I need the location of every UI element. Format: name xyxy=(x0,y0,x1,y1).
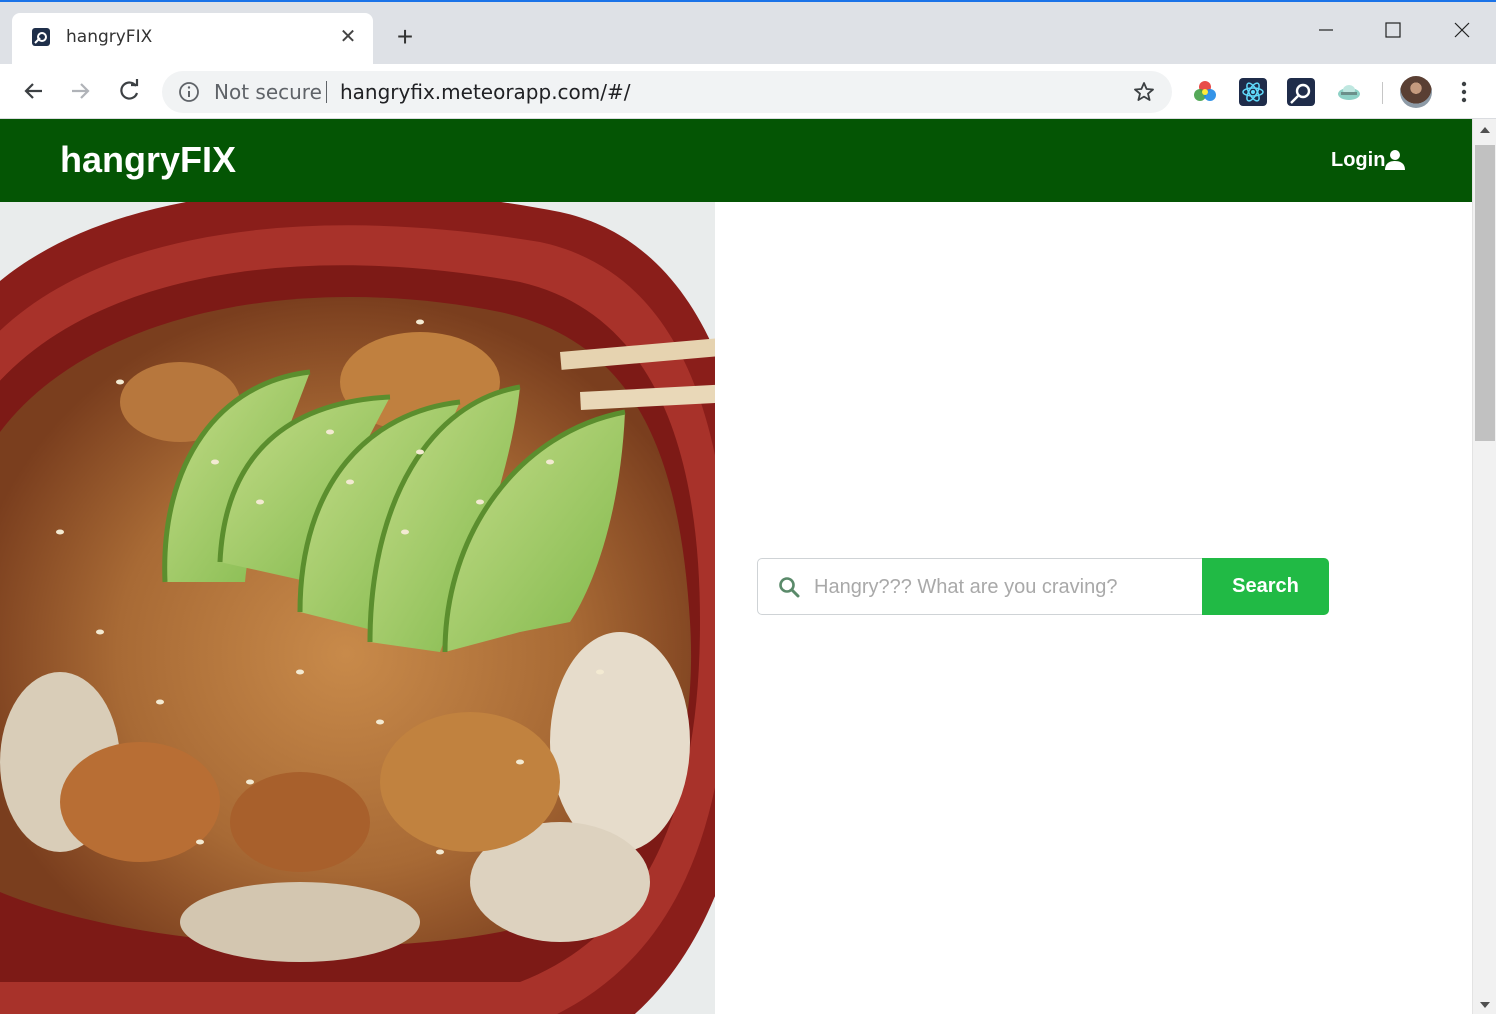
user-icon[interactable] xyxy=(1384,149,1406,171)
scroll-down-arrow-icon[interactable] xyxy=(1480,1002,1490,1008)
cloud-extension-icon[interactable] xyxy=(1335,78,1363,106)
close-tab-icon[interactable]: ✕ xyxy=(336,25,360,49)
new-tab-button[interactable]: + xyxy=(392,23,418,51)
search-icon xyxy=(778,576,800,598)
kebab-menu-icon[interactable] xyxy=(1452,78,1476,106)
omnibox-divider xyxy=(326,81,327,103)
profile-avatar[interactable] xyxy=(1400,76,1432,108)
page-viewport: hangryFIX Login Hangry??? What are you c… xyxy=(0,119,1472,1014)
react-devtools-icon[interactable] xyxy=(1239,78,1267,106)
search-input[interactable] xyxy=(814,573,1194,601)
info-icon[interactable] xyxy=(178,81,200,103)
url-text[interactable]: hangryfix.meteorapp.com/#/ xyxy=(340,80,631,104)
brand-logo[interactable]: hangryFIX xyxy=(60,139,236,181)
browser-tab[interactable]: hangryFIX ✕ xyxy=(12,13,373,64)
address-bar[interactable]: Not secure hangryfix.meteorapp.com/#/ xyxy=(162,71,1172,113)
browser-toolbar: Not secure hangryfix.meteorapp.com/#/ xyxy=(0,64,1496,119)
toolbar-divider xyxy=(1382,82,1383,104)
meteor-favicon-icon xyxy=(32,28,50,46)
search-bar: Search xyxy=(757,558,1329,615)
close-window-icon[interactable] xyxy=(1442,10,1482,40)
minimize-icon[interactable] xyxy=(1306,10,1346,40)
forward-arrow-icon[interactable] xyxy=(66,76,96,106)
maximize-icon[interactable] xyxy=(1373,10,1413,40)
poke-bowl-photo xyxy=(0,202,715,1014)
tab-title: hangryFIX xyxy=(66,27,153,47)
page-scrollbar[interactable] xyxy=(1472,119,1496,1014)
back-arrow-icon[interactable] xyxy=(18,76,48,106)
search-field[interactable] xyxy=(757,558,1203,615)
login-link[interactable]: Login xyxy=(1331,149,1385,172)
search-button[interactable]: Search xyxy=(1202,558,1329,615)
security-label[interactable]: Not secure xyxy=(214,80,322,104)
color-picker-extension-icon[interactable] xyxy=(1191,78,1219,106)
tab-strip: hangryFIX ✕ + xyxy=(0,2,1496,64)
bookmark-star-icon[interactable] xyxy=(1132,80,1156,104)
reload-icon[interactable] xyxy=(114,76,144,106)
scrollbar-thumb[interactable] xyxy=(1475,145,1495,441)
app-navbar: hangryFIX Login xyxy=(0,119,1472,202)
scroll-up-arrow-icon[interactable] xyxy=(1480,127,1490,133)
meteor-devtools-icon[interactable] xyxy=(1287,78,1315,106)
